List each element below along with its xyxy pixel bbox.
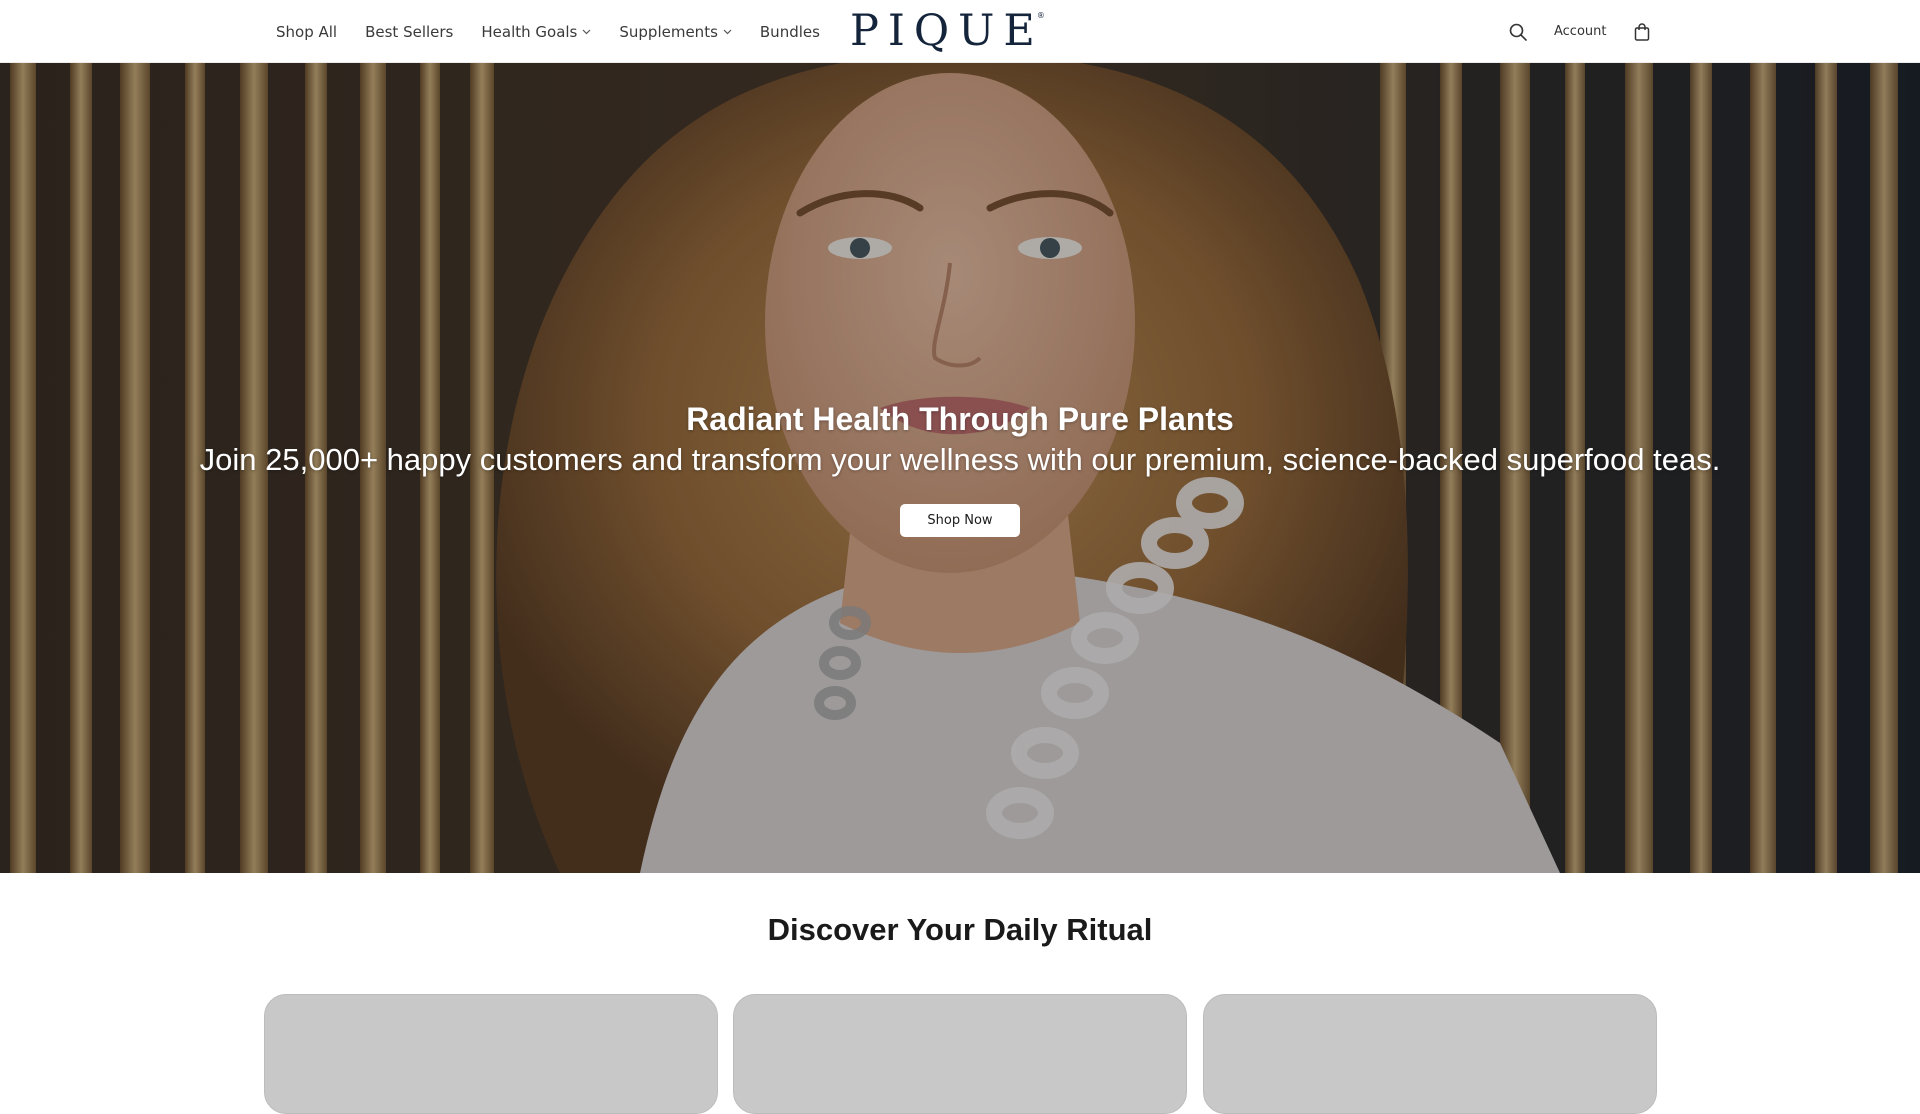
nav-bundles-label: Bundles [759,22,820,41]
nav-shop-all-label: Shop All [276,22,338,41]
hero-subtitle: Join 25,000+ happy customers and transfo… [199,442,1721,477]
section-title: Discover Your Daily Ritual [767,912,1153,947]
nav-supplements-label: Supplements [619,22,718,41]
product-card[interactable] [733,994,1187,1114]
nav-best-sellers[interactable]: Best Sellers [365,23,453,41]
account-link[interactable]: Account [1554,24,1607,39]
header-actions: Account [1508,0,1651,63]
logo-registered-mark: ® [1036,10,1045,20]
chevron-down-icon [723,29,732,35]
nav-bundles[interactable]: Bundles [760,23,820,41]
nav-health-goals-label: Health Goals [481,22,578,41]
nav-best-sellers-label: Best Sellers [365,22,454,41]
chevron-down-icon [582,29,591,35]
nav-health-goals[interactable]: Health Goals [481,23,591,41]
site-header: Shop All Best Sellers Health Goals Suppl… [0,0,1920,63]
shopping-bag-icon[interactable] [1633,22,1651,42]
hero-banner: Radiant Health Through Pure Plants Join … [0,63,1920,873]
shop-now-button[interactable]: Shop Now [900,504,1020,537]
main-nav: Shop All Best Sellers Health Goals Suppl… [276,0,848,63]
brand-logo[interactable]: PIQUE ® [850,5,1052,57]
nav-shop-all[interactable]: Shop All [276,23,337,41]
product-card[interactable] [264,994,718,1114]
product-card[interactable] [1203,994,1657,1114]
search-icon[interactable] [1508,22,1528,42]
nav-supplements[interactable]: Supplements [619,23,732,41]
logo-text: PIQUE [850,6,1044,56]
hero-title: Radiant Health Through Pure Plants [686,401,1234,437]
